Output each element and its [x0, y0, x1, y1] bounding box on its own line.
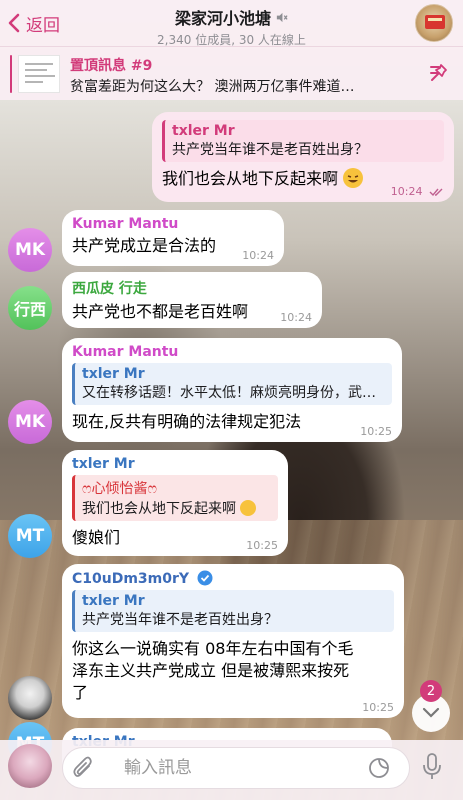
unread-badge: 2 — [420, 680, 442, 702]
verified-badge-icon — [197, 570, 213, 586]
message-time: 10:25 — [360, 425, 392, 438]
microphone-icon[interactable] — [421, 752, 443, 782]
reply-quote[interactable]: txler Mr 共产党当年谁不是老百姓出身？ — [162, 120, 444, 162]
rofl-emoji-icon — [240, 500, 257, 516]
message-incoming[interactable]: C10uDm3m0rY txler Mr 共产党当年谁不是老百姓出身？ 你这么一… — [62, 564, 404, 718]
avatar[interactable]: MK — [8, 400, 52, 444]
time-label: 10:24 — [390, 185, 423, 198]
message-input[interactable] — [124, 757, 344, 779]
quote-text: 我们也会从地下反起来啊 — [82, 501, 236, 517]
sender-name[interactable]: txler Mr — [72, 456, 278, 472]
pinned-text: 贫富差距为何这么大？ 澳洲两万亿事件难道… — [70, 79, 355, 95]
message-time: 10:24 — [280, 311, 312, 324]
message-text: 泽东主义共产党成立 但是被薄熙来按死 — [72, 661, 350, 680]
quote-sender: ෆ心倾怡酱ෆ — [82, 481, 157, 497]
message-text: 现在,反共有明确的法律规定犯法 — [72, 412, 302, 431]
avatar[interactable]: MK — [8, 228, 52, 272]
message-incoming[interactable]: 西瓜皮 行走 共产党也不都是老百姓啊 10:24 — [62, 272, 322, 328]
sender-name[interactable]: C10uDm3m0rY — [72, 571, 189, 587]
message-time: 10:24 — [391, 185, 444, 198]
message-time: 10:25 — [362, 701, 394, 714]
sender-name[interactable]: Kumar Mantu — [72, 344, 392, 360]
sticker-icon[interactable] — [368, 757, 390, 779]
message-text: 你这么一说确实有 08年左右中国有个毛 — [72, 639, 354, 658]
pinned-thumbnail — [18, 55, 60, 93]
rofl-emoji-icon — [343, 168, 364, 188]
quote-sender: txler Mr — [82, 593, 145, 609]
mute-icon — [276, 12, 288, 22]
attach-icon[interactable] — [72, 756, 94, 780]
pin-list-icon[interactable] — [427, 63, 449, 83]
chevron-down-icon — [422, 707, 440, 718]
message-text: 了 — [72, 683, 89, 702]
message-text: 共产党也不都是老百姓啊 — [72, 302, 249, 321]
message-outgoing[interactable]: txler Mr 共产党当年谁不是老百姓出身？ 我们也会从地下反起来啊 10:2… — [152, 112, 454, 202]
quote-sender: txler Mr — [172, 123, 235, 139]
avatar[interactable] — [8, 744, 52, 788]
quote-sender: txler Mr — [82, 366, 145, 382]
chat-title: 梁家河小池塘 — [174, 9, 271, 28]
pinned-message-bar[interactable]: 置頂訊息 #9 贫富差距为何这么大？ 澳洲两万亿事件难道… — [0, 46, 463, 100]
message-incoming[interactable]: Kumar Mantu txler Mr 又在转移话题！水平太低！麻烦亮明身份，… — [62, 338, 402, 442]
reply-quote[interactable]: ෆ心倾怡酱ෆ 我们也会从地下反起来啊 — [72, 475, 278, 521]
quote-text: 共产党当年谁不是老百姓出身？ — [82, 612, 278, 628]
message-time: 10:25 — [246, 539, 278, 552]
quote-text: 共产党当年谁不是老百姓出身？ — [172, 142, 368, 158]
pinned-label: 置頂訊息 #9 — [70, 58, 153, 74]
group-avatar[interactable] — [415, 4, 453, 42]
sender-name[interactable]: 西瓜皮 行走 — [72, 278, 312, 298]
chat-header: 返回 梁家河小池塘 2,340 位成員, 30 人在線上 — [0, 0, 463, 48]
message-time: 10:24 — [242, 249, 274, 262]
quote-text: 又在转移话题！水平太低！麻烦亮明身份，武… — [82, 385, 376, 401]
avatar[interactable]: MT — [8, 514, 52, 558]
message-incoming[interactable]: Kumar Mantu 共产党成立是合法的 10:24 — [62, 210, 284, 266]
chat-title-area[interactable]: 梁家河小池塘 2,340 位成員, 30 人在線上 — [0, 5, 463, 48]
message-incoming[interactable]: txler Mr ෆ心倾怡酱ෆ 我们也会从地下反起来啊 傻娘们 10:25 — [62, 450, 288, 556]
message-text: 我们也会从地下反起来啊 — [162, 169, 339, 188]
reply-quote[interactable]: txler Mr 共产党当年谁不是老百姓出身？ — [72, 590, 394, 632]
avatar[interactable]: 行西 — [8, 286, 52, 330]
reply-quote[interactable]: txler Mr 又在转移话题！水平太低！麻烦亮明身份，武… — [72, 363, 392, 405]
pinned-indicator — [10, 55, 12, 93]
double-check-icon — [429, 188, 443, 197]
sender-name[interactable]: Kumar Mantu — [72, 216, 274, 232]
avatar[interactable] — [8, 676, 52, 720]
